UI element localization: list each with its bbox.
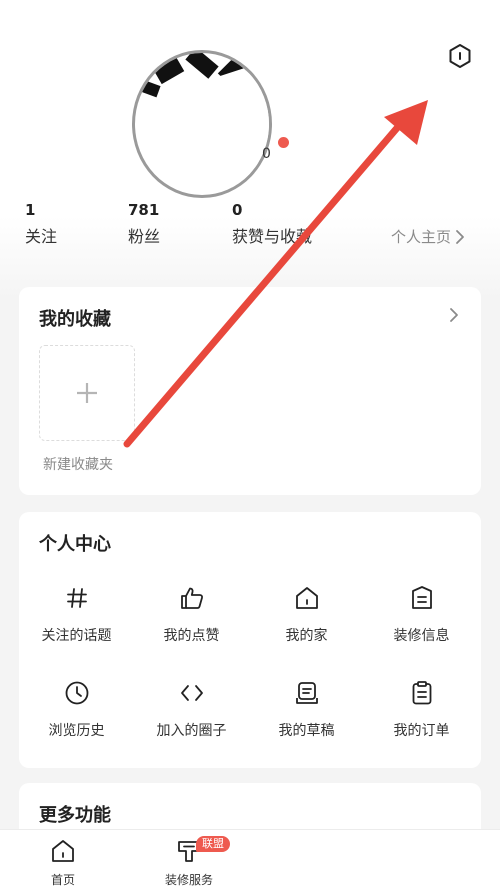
personal-center-card: 个人中心 关注的话题 我的点赞 我的家 装修信息 浏览历史 加入的圈子 我的草稿… [19, 512, 481, 768]
clock-icon [65, 681, 88, 705]
grid-item-label: 我的点赞 [163, 628, 220, 644]
settings-button[interactable] [446, 42, 474, 70]
avatar-number: 0 [262, 146, 271, 162]
grid-item-my-home[interactable]: 我的家 [249, 584, 364, 645]
hash-icon [66, 588, 87, 608]
grid-item-decor-info[interactable]: 装修信息 [364, 584, 479, 645]
favorites-title: 我的收藏 [39, 309, 111, 330]
thumbs-up-icon [180, 587, 203, 609]
avatar-badge-dot [278, 137, 289, 148]
code-icon [180, 685, 203, 701]
plus-icon [77, 383, 97, 403]
new-folder-button[interactable] [39, 345, 135, 441]
chevron-right-icon[interactable] [449, 307, 459, 323]
homepage-link-label: 个人主页 [391, 228, 452, 246]
stat-value: 0 [232, 201, 243, 219]
grid-item-likes[interactable]: 我的点赞 [134, 584, 249, 645]
document-icon [411, 586, 432, 609]
home-icon [295, 587, 318, 609]
stat-label: 获赞与收藏 [232, 227, 313, 246]
stat-likes[interactable]: 0 获赞与收藏 [232, 201, 312, 247]
tab-home[interactable]: 首页 [42, 838, 84, 888]
stat-label: 粉丝 [128, 227, 161, 246]
draft-icon [295, 682, 318, 704]
personal-center-title: 个人中心 [39, 534, 111, 555]
grid-item-label: 关注的话题 [41, 628, 112, 644]
personal-homepage-link[interactable]: 个人主页 [391, 226, 465, 247]
tab-label: 装修服务 [164, 873, 213, 887]
grid-item-drafts[interactable]: 我的草稿 [249, 679, 364, 740]
new-folder-label: 新建收藏夹 [43, 457, 113, 473]
more-functions-title: 更多功能 [39, 805, 111, 826]
grid-item-history[interactable]: 浏览历史 [19, 679, 134, 740]
stat-following[interactable]: 1 关注 [25, 201, 57, 247]
bottom-tab-bar: 首页 装修服务 联盟 [0, 829, 500, 889]
grid-item-label: 装修信息 [393, 628, 450, 644]
home-icon [52, 840, 74, 862]
grid-item-orders[interactable]: 我的订单 [364, 679, 479, 740]
stat-label: 关注 [25, 227, 58, 246]
clipboard-icon [412, 681, 431, 705]
chevron-right-icon [456, 229, 464, 244]
grid-item-label: 我的草稿 [278, 723, 335, 739]
grid-item-topics[interactable]: 关注的话题 [19, 584, 134, 645]
settings-hex-icon [449, 44, 471, 68]
grid-item-label: 浏览历史 [48, 723, 105, 739]
tab-label: 首页 [50, 873, 75, 887]
grid-item-label: 我的家 [285, 628, 328, 644]
grid-item-label: 我的订单 [393, 723, 450, 739]
favorites-card: 我的收藏 新建收藏夹 [19, 287, 481, 495]
stat-followers[interactable]: 781 粉丝 [128, 201, 160, 247]
grid-item-label: 加入的圈子 [156, 723, 227, 739]
stat-value: 1 [25, 201, 36, 219]
avatar[interactable] [132, 50, 272, 198]
tab-badge: 联盟 [196, 836, 230, 852]
stat-value: 781 [128, 201, 160, 219]
grid-item-circles[interactable]: 加入的圈子 [134, 679, 249, 740]
